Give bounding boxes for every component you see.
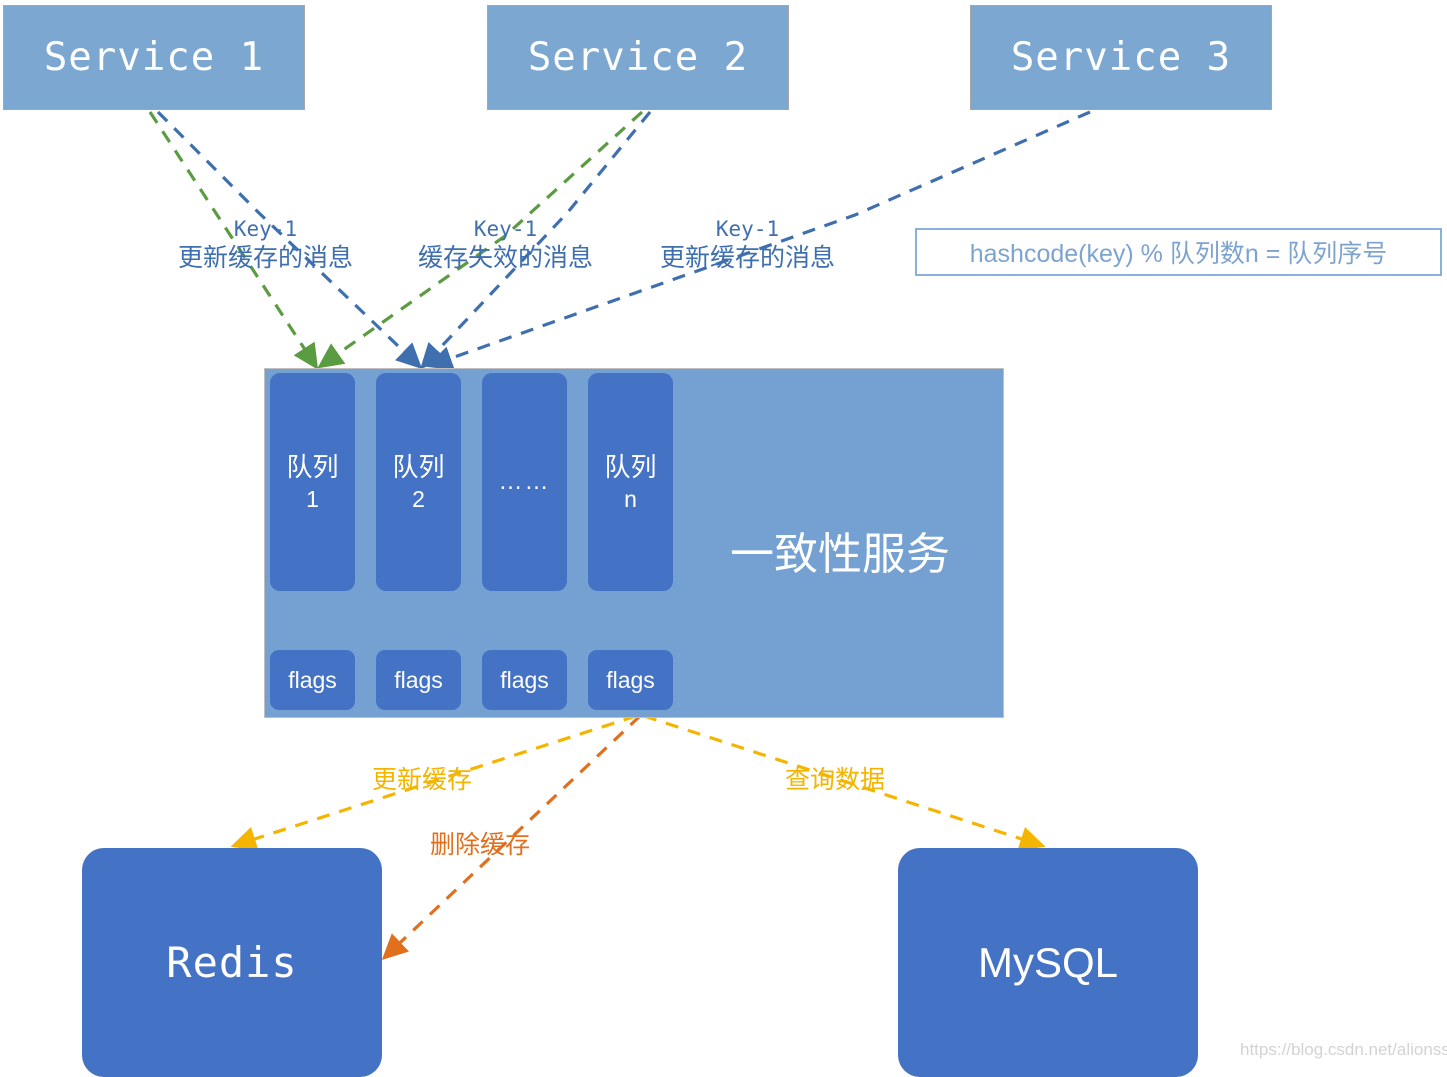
- service-box-1[interactable]: Service 1: [3, 5, 305, 110]
- edge-label-1-message: 更新缓存的消息: [178, 244, 354, 272]
- queue-box-ellipsis: ……: [482, 373, 567, 591]
- flow-label-delete-cache: 删除缓存: [430, 831, 531, 859]
- flow-label-query-data: 查询数据: [785, 766, 886, 794]
- queue-box-n-name: 队列: [604, 451, 657, 482]
- redis-box[interactable]: Redis: [82, 848, 382, 1077]
- edge-label-1-key: Key-1: [233, 217, 298, 241]
- edge-label-3: Key-1 更新缓存的消息: [660, 215, 835, 273]
- flags-box-2[interactable]: flags: [376, 650, 461, 710]
- edge-label-1: Key-1 更新缓存的消息: [178, 215, 353, 273]
- queue-box-1-index: 1: [306, 485, 319, 512]
- service-box-3[interactable]: Service 3: [970, 5, 1272, 110]
- edge-label-3-message: 更新缓存的消息: [660, 244, 836, 272]
- diagram-canvas: Service 1 Service 2 Service 3 Key-1 更新缓存…: [0, 0, 1447, 1077]
- edge-label-2: Key-1 缓存失效的消息: [418, 215, 593, 273]
- consistency-service-title: 一致性服务: [730, 530, 950, 579]
- hash-formula-box: hashcode(key) % 队列数n = 队列序号: [915, 228, 1442, 276]
- queue-box-1-name: 队列: [286, 451, 339, 482]
- flags-box-n[interactable]: flags: [588, 650, 673, 710]
- queue-box-n[interactable]: 队列 n: [588, 373, 673, 591]
- mysql-box[interactable]: MySQL: [898, 848, 1198, 1077]
- edge-label-2-message: 缓存失效的消息: [418, 244, 594, 272]
- edge-label-2-key: Key-1: [473, 217, 538, 241]
- queue-box-1[interactable]: 队列 1: [270, 373, 355, 591]
- queue-box-2-name: 队列: [392, 451, 445, 482]
- service-box-2[interactable]: Service 2: [487, 5, 789, 110]
- flags-box-3[interactable]: flags: [482, 650, 567, 710]
- edge-label-3-key: Key-1: [715, 217, 780, 241]
- queue-box-2-index: 2: [412, 485, 425, 512]
- queue-box-n-index: n: [624, 485, 637, 512]
- watermark: https://blog.csdn.net/alionsss: [1240, 1040, 1447, 1059]
- flags-box-1[interactable]: flags: [270, 650, 355, 710]
- queue-box-2[interactable]: 队列 2: [376, 373, 461, 591]
- flow-label-update-cache: 更新缓存: [372, 766, 473, 794]
